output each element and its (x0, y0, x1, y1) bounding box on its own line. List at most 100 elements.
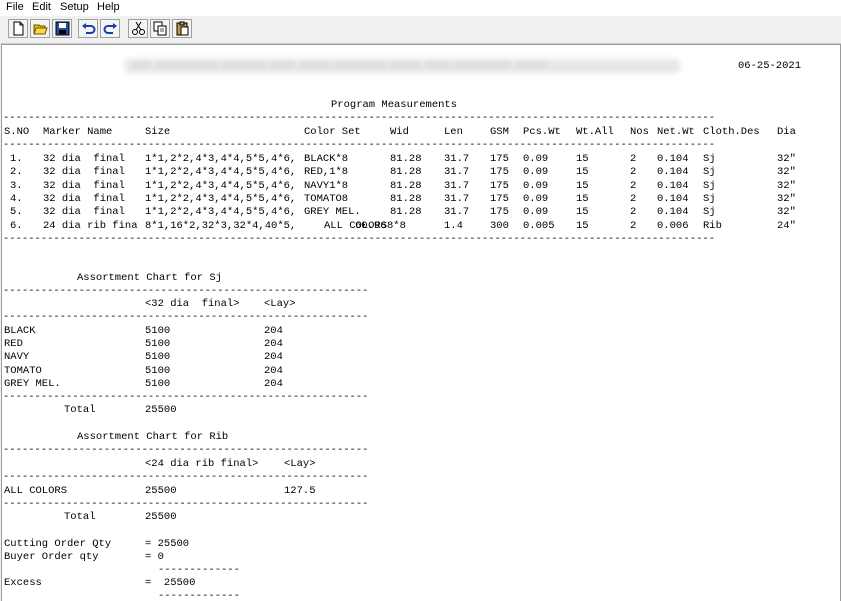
row-wt-all: 15 (576, 192, 589, 205)
row-marker-name: 32 dia final (43, 166, 125, 179)
row-len: 31.7 (444, 206, 470, 219)
row-wt-all: 15 (576, 179, 589, 192)
row-color-set: RED,1*8 (304, 166, 349, 179)
excess-label: Excess (4, 577, 42, 589)
row-gsm: 175 (490, 192, 509, 205)
menu-setup[interactable]: Setup (60, 1, 89, 13)
col-pcs-wt: Pcs.Wt (523, 126, 561, 138)
row-size: 1*1,2*2,4*3,4*4,5*5,4*6, (145, 206, 297, 219)
row-cloth-des: Sj (703, 179, 716, 192)
row-wt-all: 15 (576, 219, 589, 232)
cutting-order-label: Cutting Order Qty (4, 538, 112, 550)
row-len: 31.7 (444, 166, 470, 179)
paste-icon (176, 21, 189, 36)
buyer-order-value: = 0 (145, 551, 164, 563)
rib-row-qty: 25500 (145, 485, 177, 497)
menu-edit[interactable]: Edit (32, 1, 51, 13)
col-len: Len (444, 126, 463, 138)
buyer-order-label: Buyer Order qty (4, 551, 99, 563)
redo-icon (103, 23, 117, 34)
row-wt-all: 15 (576, 153, 589, 165)
sj-col-lay: <Lay> (264, 298, 296, 310)
rib-rule-2: ----------------------------------------… (3, 471, 369, 483)
row-pcs-wt: 0.09 (523, 179, 549, 192)
row-nos: 2 (630, 153, 637, 165)
row-wid: 81.28 (390, 206, 422, 219)
row-dia: 32" (777, 206, 796, 219)
redacted-text: xxx xxxxxxxxxx xxxxxxx xxxx xxxxx xxxxxx… (132, 60, 547, 71)
row-dia: 32" (777, 179, 796, 192)
summary-rule-1: ------------- (158, 564, 240, 576)
row-gsm: 300 (490, 219, 509, 232)
row-size: 1*1,2*2,4*3,4*4,5*5,4*6, (145, 192, 297, 205)
sj-total-label: Total (64, 404, 96, 416)
row-nos: 2 (630, 192, 637, 205)
col-net-wt: Net.Wt (657, 126, 695, 138)
sj-row-color: RED (4, 338, 23, 351)
sj-row-qty: 5100 (145, 325, 171, 337)
rib-rule-3: ----------------------------------------… (3, 498, 369, 510)
col-wid: Wid (390, 126, 409, 138)
cutting-order-value: = 25500 (145, 538, 190, 550)
sj-row-lay: 204 (264, 364, 283, 377)
sj-row-lay: 204 (264, 351, 283, 364)
row-len: 31.7 (444, 179, 470, 192)
sj-row-color: GREY MEL. (4, 377, 61, 390)
row-dia: 32" (777, 166, 796, 179)
copy-button[interactable] (150, 19, 170, 38)
row-color-set: TOMATO8 (304, 192, 349, 205)
new-button[interactable] (8, 19, 28, 38)
new-icon (13, 21, 24, 36)
row-pcs-wt: 0.09 (523, 192, 549, 205)
row-gsm: 175 (490, 166, 509, 179)
row-nos: 2 (630, 206, 637, 219)
row-color-set: BLACK*8 (304, 153, 349, 165)
sj-row-lay: 204 (264, 377, 283, 390)
rib-col-lay: <Lay> (284, 458, 316, 470)
col-marker-name: Marker Name (43, 126, 113, 138)
paste-button[interactable] (172, 19, 192, 38)
row-wid: 81.28 (390, 179, 422, 192)
row-len: 1.4 (444, 219, 463, 232)
row-dia: 32" (777, 192, 796, 205)
row-wt-all: 15 (576, 166, 589, 179)
row-wid: 81.28 (390, 166, 422, 179)
sj-row-qty: 5100 (145, 364, 171, 377)
undo-button[interactable] (78, 19, 98, 38)
cut-button[interactable] (128, 19, 148, 38)
sj-rule-1: ----------------------------------------… (3, 285, 369, 297)
sj-row-qty: 5100 (145, 377, 171, 390)
col-nos: Nos (630, 126, 649, 138)
row-cloth-des: Sj (703, 192, 716, 205)
row-nos: 2 (630, 166, 637, 179)
report-title: Program Measurements (331, 99, 458, 111)
col-color-set: Color Set (304, 126, 361, 138)
sj-row-lay: 204 (264, 338, 283, 351)
col-dia: Dia (777, 126, 796, 138)
row-color-set: NAVY1*8 (304, 179, 349, 192)
row-nos: 2 (630, 179, 637, 192)
row-marker-name: 32 dia final (43, 206, 125, 219)
row-net-wt: 0.006 (657, 219, 689, 232)
row-color-set: GREY MEL. (304, 206, 361, 219)
sj-row-lay: 204 (264, 325, 283, 337)
row-sno: 6. (10, 219, 23, 232)
sj-row-color: NAVY (4, 351, 30, 364)
menu-help[interactable]: Help (97, 1, 120, 13)
row-sno: 1. (10, 153, 23, 165)
redo-button[interactable] (100, 19, 120, 38)
summary-rule-2: ------------- (158, 590, 240, 601)
row-marker-name: 32 dia final (43, 192, 125, 205)
sj-rule-3: ----------------------------------------… (3, 391, 369, 403)
sj-row-color: TOMATO (4, 364, 42, 377)
row-net-wt: 0.104 (657, 153, 689, 165)
row-nos: 2 (630, 219, 637, 232)
menu-file[interactable]: File (6, 1, 24, 13)
row-wid: 81.28 (390, 153, 422, 165)
row-len: 31.7 (444, 192, 470, 205)
open-button[interactable] (30, 19, 50, 38)
row-pcs-wt: 0.005 (523, 219, 555, 232)
row-size: 1*1,2*2,4*3,4*4,5*5,4*6, (145, 166, 297, 179)
save-button[interactable] (52, 19, 72, 38)
rib-chart-title: Assortment Chart for Rib (77, 431, 229, 443)
